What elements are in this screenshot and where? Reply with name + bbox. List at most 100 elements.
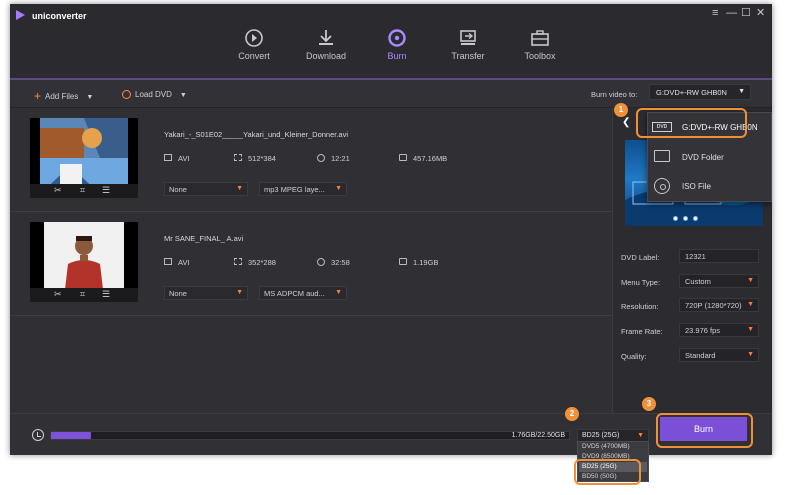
menu-type-label: Menu Type: [621,278,661,287]
folder-icon [399,258,407,265]
toolbar: + Add Files ▼ Load DVD ▼ Burn video to: G:D… [10,80,772,108]
burn-target-option-folder[interactable]: DVD Folder [648,143,772,171]
convert-icon [245,29,263,47]
quality-select[interactable]: Standard ▼ [679,348,759,362]
thumbnail-toolbar: ✂ ⌗ ☰ [30,184,138,198]
resolution-value: 720P (1280*720) [685,301,742,310]
step-badge: 2 [565,407,579,421]
audio-track-value: MS ADPCM aud... [264,289,325,298]
film-icon [164,154,172,161]
frame-rate-label: Frame Rate: [621,327,663,336]
effects-icon[interactable]: ☰ [102,289,110,300]
pager-dot[interactable] [683,216,688,221]
video-thumbnail[interactable] [30,222,138,298]
audio-track-select[interactable]: MS ADPCM aud... ▼ [259,286,347,300]
burn-icon [388,29,406,47]
file-list: ✂ ⌗ ☰ Yakari_-_S01E02_____Yakari_und_Kle… [10,108,612,413]
burn-target-option-iso[interactable]: ISO File [648,172,772,200]
disc-option[interactable]: DVD5 (4700MB) [582,442,630,452]
tab-burn-label: Burn [387,51,407,61]
cartoon-thumbnail-image [30,118,138,194]
thumbnail-toolbar: ✂ ⌗ ☰ [30,288,138,302]
chevron-down-icon: ▼ [747,326,754,333]
maximize-button[interactable]: ☐ [741,7,751,19]
app-window: uniconverter ≡ — ☐ ✕ Convert Download Bu… [10,4,772,455]
dvd-drive-icon: DVD [652,122,672,132]
add-files-button[interactable]: + Add Files ▼ [34,88,93,103]
step-badge: 3 [642,397,656,411]
add-files-label: Add Files [45,92,79,101]
crop-icon[interactable]: ⌗ [80,289,85,300]
person-thumbnail-image [30,222,138,298]
subtitle-select[interactable]: None ▼ [164,286,248,300]
effects-icon[interactable]: ☰ [102,185,110,196]
chevron-down-icon: ▼ [335,185,342,192]
load-dvd-button[interactable]: Load DVD ▼ [122,88,187,99]
audio-track-select[interactable]: mp3 MPEG laye... ▼ [259,182,347,196]
file-size: 1.19GB [413,258,439,267]
chevron-left-icon[interactable]: ❮ [622,117,630,128]
resolution-icon [234,258,242,265]
subtitle-value: None [169,289,187,298]
disc-icon [122,90,131,99]
trim-icon[interactable]: ✂ [54,185,62,196]
file-row[interactable]: ✂ ⌗ ☰ Mr SANE_FINAL_ A.avi AVI 352*288 3… [10,212,612,316]
title-bar: uniconverter ≡ — ☐ ✕ Convert Download Bu… [10,4,772,80]
disc-capacity-bar: 1.76GB/22.50GB [50,431,570,440]
tab-transfer[interactable]: Transfer [430,26,506,78]
chevron-down-icon: ▼ [747,277,754,284]
burn-to-label: Burn video to: [591,90,638,99]
dvd-label-input[interactable]: 12321 [679,249,759,263]
disc-type-menu: DVD5 (4700MB) DVD9 (8500MB) BD25 (25G) B… [577,441,649,482]
file-duration: 12:21 [331,154,350,163]
burn-target-option-drive[interactable]: DVD G:DVD+-RW GHB0N [648,113,772,141]
frame-rate-select[interactable]: 23.976 fps ▼ [679,323,759,337]
tab-download[interactable]: Download [288,26,364,78]
disc-option[interactable]: DVD9 (8500MB) [582,452,630,462]
chevron-down-icon[interactable]: ▼ [86,94,93,101]
file-row[interactable]: ✂ ⌗ ☰ Yakari_-_S01E02_____Yakari_und_Kle… [10,108,612,212]
tab-convert-label: Convert [238,51,270,61]
chevron-down-icon: ▼ [747,351,754,358]
close-button[interactable]: ✕ [756,7,765,19]
disc-capacity-text: 1.76GB/22.50GB [511,432,565,439]
resolution-select[interactable]: 720P (1280*720) ▼ [679,298,759,312]
tab-toolbox[interactable]: Toolbox [502,26,578,78]
disc-option[interactable]: BD50 (50G) [582,472,617,482]
folder-icon [654,150,670,162]
chevron-down-icon: ▼ [236,185,243,192]
video-thumbnail[interactable] [30,118,138,194]
trim-icon[interactable]: ✂ [54,289,62,300]
disc-option-selected[interactable]: BD25 (25G) [579,462,647,472]
audio-track-value: mp3 MPEG laye... [264,185,325,194]
pager-dot[interactable] [673,216,678,221]
menu-type-select[interactable]: Custom ▼ [679,274,759,288]
load-dvd-label: Load DVD [135,90,172,99]
file-name: Yakari_-_S01E02_____Yakari_und_Kleiner_D… [164,130,349,139]
crop-icon[interactable]: ⌗ [80,185,85,196]
file-name: Mr SANE_FINAL_ A.avi [164,234,244,243]
tab-transfer-label: Transfer [451,51,485,61]
step-badge: 1 [614,103,628,117]
pager-dot[interactable] [693,216,698,221]
bottom-bar: 1.76GB/22.50GB BD25 (25G) ▼ [10,413,772,455]
resolution-icon [234,154,242,161]
subtitle-select[interactable]: None ▼ [164,182,248,196]
minimize-button[interactable]: — [726,7,737,19]
tab-burn[interactable]: Burn [359,26,435,80]
chevron-down-icon: ▼ [637,432,644,439]
file-format: AVI [178,154,190,163]
alarm-clock-icon[interactable] [32,429,44,441]
quality-label: Quality: [621,352,647,361]
subtitle-value: None [169,185,187,194]
menu-icon[interactable]: ≡ [712,7,718,19]
tab-convert[interactable]: Convert [216,26,292,78]
chevron-down-icon: ▼ [335,289,342,296]
burn-to-select[interactable]: G:DVD+-RW GHB0N ▼ [649,84,751,100]
disc-type-value: BD25 (25G) [582,432,620,439]
burn-target-dropdown: DVD G:DVD+-RW GHB0N DVD Folder ISO File [647,112,772,202]
chevron-down-icon[interactable]: ▼ [180,92,187,99]
chevron-down-icon: ▼ [236,289,243,296]
file-size: 457.16MB [413,154,448,163]
burn-button[interactable]: Burn [660,417,747,441]
